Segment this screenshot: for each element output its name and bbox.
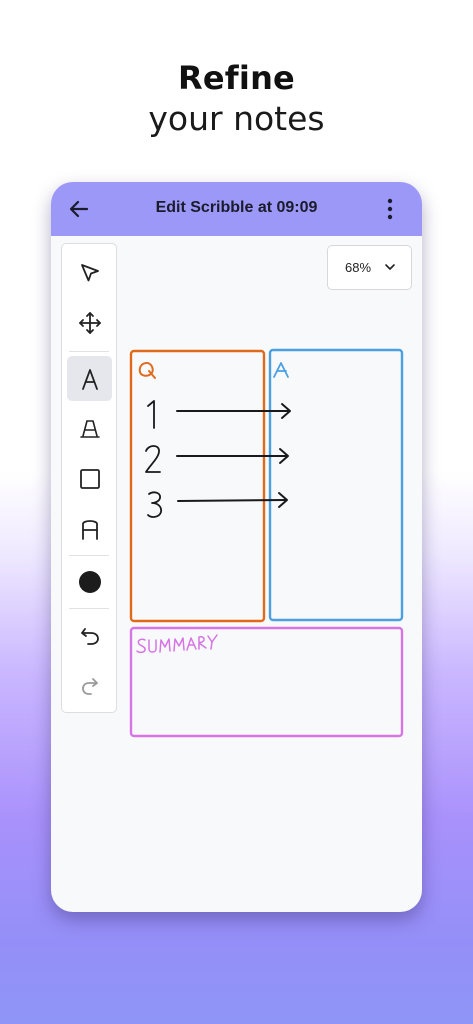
filled-circle-icon	[78, 570, 101, 593]
cursor-arrow-icon	[80, 263, 99, 281]
headline: Refine your notes	[0, 58, 473, 140]
toolbar-divider	[69, 555, 109, 556]
headline-title: Refine	[178, 59, 295, 97]
color-tool[interactable]	[67, 559, 112, 604]
arrow-2	[176, 448, 289, 464]
undo-tool[interactable]	[67, 613, 112, 658]
number-1	[147, 400, 155, 429]
number-2	[145, 445, 161, 473]
redo-tool[interactable]	[67, 663, 112, 708]
square-icon	[79, 468, 100, 489]
phone-screen: Edit Scribble at 09:09 68%	[51, 182, 422, 912]
move-tool[interactable]	[67, 300, 112, 345]
zoom-value: 68%	[345, 260, 372, 275]
number-3	[147, 491, 163, 518]
shape-text-tool[interactable]	[67, 506, 112, 551]
q-label	[138, 362, 156, 379]
select-tool[interactable]	[67, 250, 112, 295]
arrow-1	[176, 403, 291, 419]
text-tool[interactable]	[67, 356, 112, 401]
move-arrows-icon	[78, 311, 101, 334]
summary-label	[136, 634, 218, 654]
headline-subtitle: your notes	[148, 99, 325, 138]
tool-palette	[61, 243, 117, 713]
toolbar-divider	[69, 608, 109, 609]
toolbar-divider	[69, 351, 109, 352]
zoom-dropdown[interactable]: 68%	[327, 245, 412, 290]
letter-a-outline-icon	[79, 419, 100, 438]
question-box	[129, 349, 266, 623]
undo-icon	[80, 627, 99, 645]
redo-icon	[81, 677, 98, 695]
rectangle-tool[interactable]	[67, 456, 112, 501]
answer-box	[268, 348, 404, 622]
letter-a-square-icon	[81, 519, 98, 540]
outline-text-tool[interactable]	[67, 406, 112, 451]
summary-box	[129, 626, 404, 738]
chevron-down-icon	[385, 264, 395, 270]
letter-a-icon	[81, 368, 98, 390]
a-label	[273, 362, 289, 378]
